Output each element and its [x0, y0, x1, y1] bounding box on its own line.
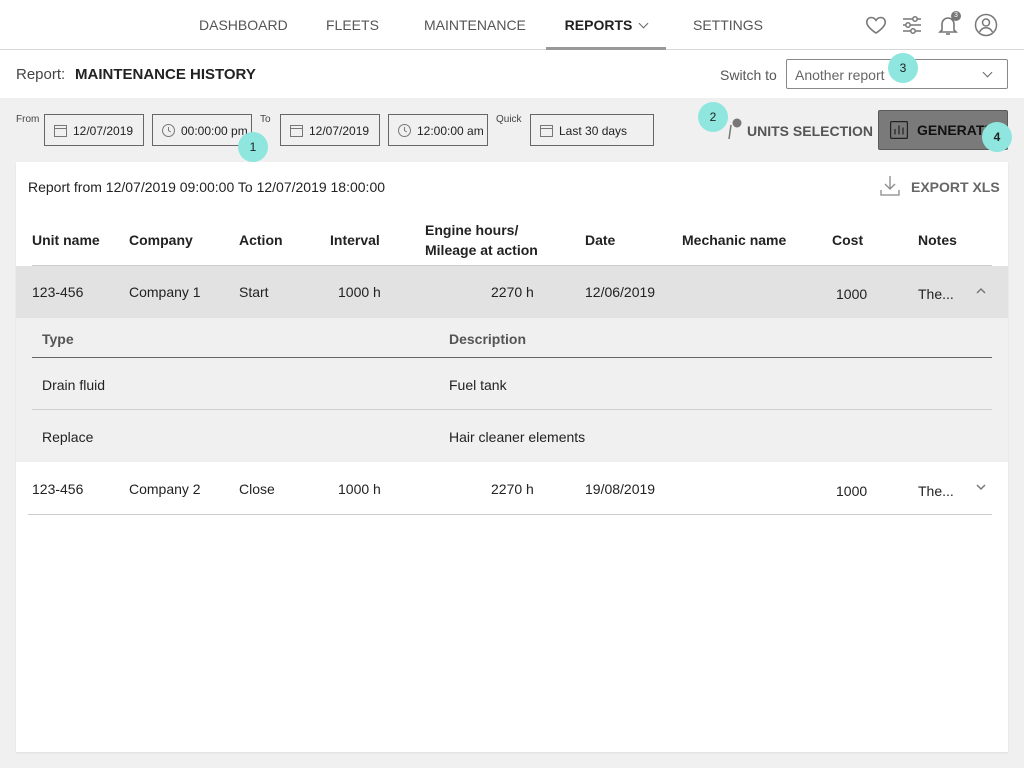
column-header-company[interactable]: Company [129, 230, 193, 250]
detail-row-divider [32, 409, 992, 410]
tab-fleets[interactable]: FLEETS [326, 0, 379, 50]
pin-icon [728, 118, 742, 140]
column-header-unit-name[interactable]: Unit name [32, 230, 100, 250]
cell-action: Start [239, 284, 269, 300]
tab-dashboard[interactable]: DASHBOARD [199, 0, 288, 50]
detail-cell-description: Hair cleaner elements [449, 429, 586, 445]
export-xls-button[interactable]: EXPORT XLS [880, 175, 1000, 199]
report-card: Report from 12/07/2019 09:00:00 To 12/07… [16, 162, 1008, 752]
bar-chart-icon [890, 121, 908, 139]
from-time-field[interactable]: 00:00:00 pm [152, 114, 252, 146]
clock-icon [162, 124, 175, 137]
units-selection-label: UNITS SELECTION [747, 123, 874, 139]
cell-notes: The... [918, 483, 954, 499]
to-label: To [260, 114, 271, 125]
column-header-interval[interactable]: Interval [330, 230, 380, 250]
report-label: Report: [16, 66, 66, 83]
annotation-marker-4: 4 [982, 122, 1012, 152]
to-date-field[interactable]: 12/07/2019 [280, 114, 380, 146]
notification-badge: 3 [951, 11, 961, 21]
table-row[interactable]: 123-456 Company 1 Start 1000 h 2270 h 12… [16, 266, 1008, 318]
cell-interval: 1000 h [338, 284, 381, 300]
detail-cell-type: Replace [42, 429, 94, 445]
tab-reports[interactable]: REPORTS [546, 0, 666, 50]
detail-header-type: Type [42, 331, 74, 347]
from-date-field[interactable]: 12/07/2019 [44, 114, 144, 146]
export-xls-label: EXPORT XLS [911, 179, 1000, 195]
calendar-icon [540, 125, 553, 137]
tab-settings[interactable]: SETTINGS [686, 0, 770, 79]
chevron-down-icon[interactable] [974, 480, 988, 494]
annotation-marker-2: 2 [698, 102, 728, 132]
tab-maintenance[interactable]: MAINTENANCE [424, 0, 526, 50]
calendar-icon [290, 125, 303, 137]
to-date-value: 12/07/2019 [309, 124, 370, 138]
column-header-engine-hours[interactable]: Engine hours/ Mileage at action [425, 220, 538, 260]
to-time-field[interactable]: 12:00:00 am [388, 114, 488, 146]
engine-header-line-2: Mileage at action [425, 242, 538, 258]
annotation-marker-1: 1 [238, 132, 268, 162]
from-time-value: 00:00:00 pm [181, 124, 248, 138]
chevron-down-icon [638, 18, 649, 29]
cell-date: 19/08/2019 [585, 481, 656, 497]
detail-cell-description: Fuel tank [449, 377, 507, 393]
column-header-cost[interactable]: Cost [832, 230, 863, 250]
cell-action: Close [239, 481, 275, 497]
calendar-icon [54, 125, 67, 137]
report-summary: Report from 12/07/2019 09:00:00 To 12/07… [28, 179, 386, 195]
column-header-mechanic-name[interactable]: Mechanic name [682, 230, 786, 250]
cell-unit-name: 123-456 [32, 284, 84, 300]
quick-label: Quick [496, 114, 522, 125]
tab-reports-label: REPORTS [564, 17, 633, 33]
sliders-icon[interactable] [900, 13, 924, 37]
clock-icon [398, 124, 411, 137]
page-title: MAINTENANCE HISTORY [75, 66, 256, 83]
chevron-down-icon [982, 67, 993, 78]
cell-engine-hours: 2270 h [491, 284, 534, 300]
table-row[interactable]: 123-456 Company 2 Close 1000 h 2270 h 19… [16, 462, 1008, 514]
to-time-value: 12:00:00 am [417, 124, 484, 138]
quick-range-value: Last 30 days [559, 124, 628, 138]
cell-date: 12/06/2019 [585, 284, 656, 300]
top-navigation: DASHBOARD FLEETS MAINTENANCE REPORTS SET… [0, 0, 1024, 79]
user-avatar-icon[interactable] [974, 13, 998, 37]
bell-icon[interactable]: 3 [936, 11, 961, 37]
table-row-divider [28, 514, 992, 515]
cell-cost: 1000 [836, 286, 868, 302]
detail-header-description: Description [449, 331, 527, 347]
cell-notes: The... [918, 286, 954, 302]
row-detail-panel: Type Description Drain fluid Fuel tank R… [16, 318, 1008, 462]
from-date-value: 12/07/2019 [73, 124, 134, 138]
annotation-marker-3: 3 [888, 53, 918, 83]
cell-unit-name: 123-456 [32, 481, 84, 497]
download-icon [880, 176, 900, 196]
units-selection-button[interactable]: UNITS SELECTION [726, 117, 873, 143]
quick-range-select[interactable]: Last 30 days [530, 114, 654, 146]
report-header: Report: MAINTENANCE HISTORY Switch to An… [0, 50, 1024, 98]
detail-cell-type: Drain fluid [42, 377, 106, 393]
switch-report-value: Another report [795, 67, 885, 83]
tab-settings-label: SETTINGS [692, 17, 763, 33]
cell-interval: 1000 h [338, 481, 381, 497]
cell-engine-hours: 2270 h [491, 481, 534, 497]
cell-cost: 1000 [836, 483, 868, 499]
chevron-up-icon[interactable] [974, 284, 988, 298]
engine-header-line-1: Engine hours/ [425, 222, 519, 238]
detail-header-divider [32, 357, 992, 358]
from-label: From [16, 114, 40, 125]
column-header-date[interactable]: Date [585, 230, 615, 250]
heart-icon[interactable] [864, 13, 888, 37]
cell-company: Company 1 [129, 284, 201, 300]
column-header-notes[interactable]: Notes [918, 230, 957, 250]
switch-to-label: Switch to [720, 67, 777, 83]
column-header-action[interactable]: Action [239, 230, 283, 250]
cell-company: Company 2 [129, 481, 201, 497]
